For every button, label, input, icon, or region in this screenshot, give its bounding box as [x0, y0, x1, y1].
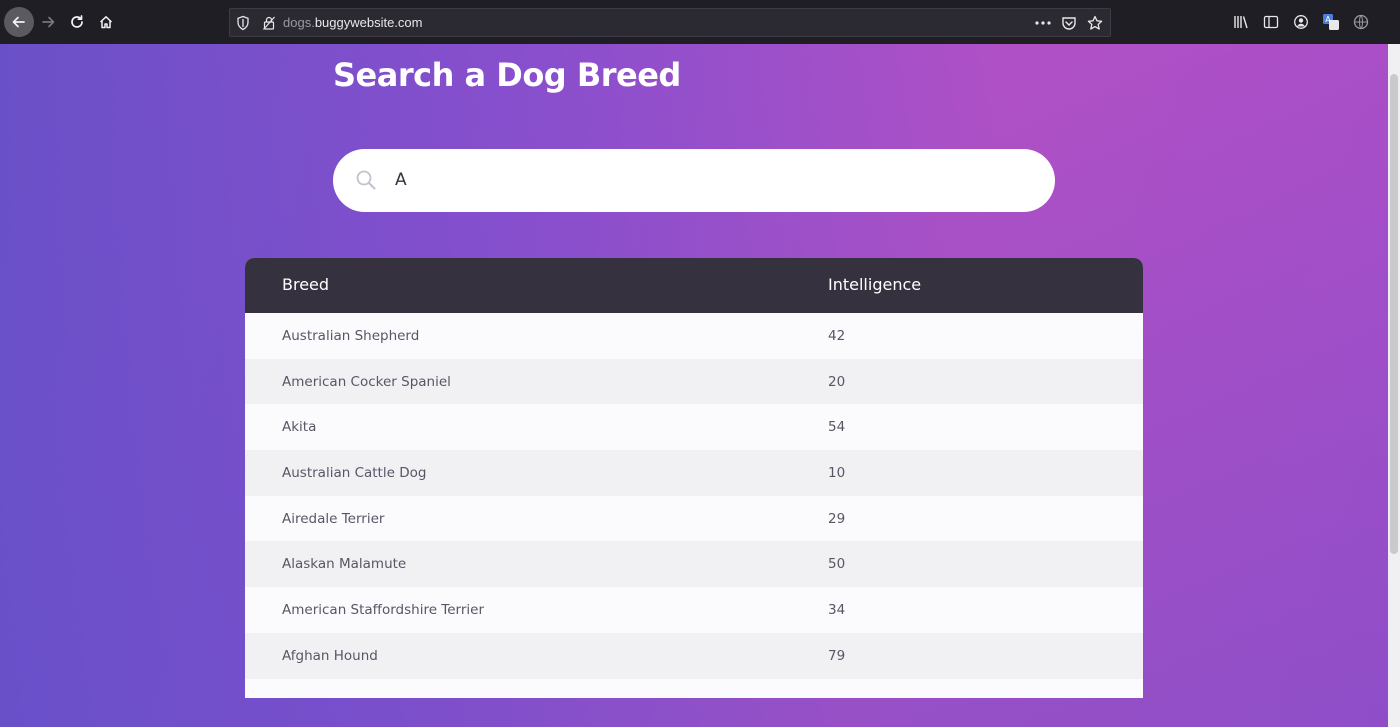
- account-icon[interactable]: [1292, 12, 1310, 32]
- tracking-shield-icon[interactable]: [236, 15, 250, 35]
- browser-toolbar: dogs.buggywebsite.com A: [0, 0, 1400, 44]
- home-icon: [99, 16, 113, 29]
- table-row[interactable]: American Cocker Spaniel 20: [245, 358, 1143, 405]
- intelligence-cell: 29: [828, 510, 846, 527]
- url-domain: buggywebsite.com: [314, 15, 423, 30]
- translate-extension-icon[interactable]: A: [1322, 12, 1340, 32]
- table-row[interactable]: Alaskan Malamute 50: [245, 541, 1143, 588]
- breed-cell: Australian Shepherd: [282, 328, 420, 344]
- breed-cell: Akita: [282, 419, 317, 436]
- forward-button[interactable]: [33, 7, 63, 37]
- intelligence-cell: 50: [828, 556, 846, 573]
- intelligence-cell: 20: [828, 373, 846, 390]
- intelligence-column-header[interactable]: Intelligence: [828, 275, 921, 294]
- intelligence-cell: 10: [828, 465, 846, 482]
- table-row[interactable]: Airedale Terrier 29: [245, 496, 1143, 542]
- breed-cell: American Staffordshire Terrier: [282, 602, 485, 619]
- table-row[interactable]: Akita 54: [245, 404, 1143, 450]
- address-bar[interactable]: dogs.buggywebsite.com: [229, 8, 1111, 37]
- table-row[interactable]: Australian Cattle Dog 10: [245, 450, 1143, 496]
- intelligence-cell: 79: [828, 647, 846, 664]
- breed-column-header[interactable]: Breed: [282, 275, 329, 294]
- reload-button[interactable]: [62, 7, 92, 37]
- bookmark-star-icon[interactable]: [1086, 13, 1104, 33]
- page-actions-menu-icon[interactable]: [1034, 13, 1052, 33]
- intelligence-cell: 34: [828, 602, 846, 619]
- page-title: Search a Dog Breed: [333, 56, 681, 94]
- page-scrollbar[interactable]: [1388, 44, 1400, 727]
- intelligence-cell: 54: [828, 419, 846, 436]
- pocket-icon[interactable]: [1060, 13, 1078, 33]
- globe-extension-icon[interactable]: [1352, 12, 1370, 32]
- table-row[interactable]: Afghan Hound 79: [245, 632, 1143, 679]
- url-text[interactable]: dogs.buggywebsite.com: [283, 15, 422, 30]
- reload-icon: [71, 15, 83, 28]
- breed-cell: Afghan Hound: [282, 647, 378, 664]
- forward-arrow-icon: [42, 16, 55, 28]
- scrollbar-thumb[interactable]: [1390, 74, 1398, 554]
- breed-cell: Airedale Terrier: [282, 510, 385, 527]
- table-row[interactable]: American Staffordshire Terrier 34: [245, 587, 1143, 633]
- url-subdomain: dogs.: [283, 15, 315, 30]
- search-input[interactable]: [395, 163, 1015, 197]
- back-button[interactable]: [4, 7, 34, 37]
- table-header: Breed Intelligence: [245, 258, 1143, 313]
- back-arrow-icon: [12, 16, 25, 28]
- intelligence-cell: 42: [828, 328, 846, 344]
- breeds-table: Breed Intelligence Australian Shepherd 4…: [245, 258, 1143, 698]
- sidebar-icon[interactable]: [1262, 12, 1280, 32]
- table-row[interactable]: Australian Shepherd 42: [245, 313, 1143, 359]
- breed-cell: American Cocker Spaniel: [282, 373, 451, 390]
- svg-text:A: A: [1325, 15, 1331, 24]
- insecure-lock-icon[interactable]: [262, 15, 276, 35]
- search-icon: [355, 169, 377, 195]
- home-button[interactable]: [91, 7, 121, 37]
- table-body: Australian Shepherd 42 American Cocker S…: [245, 313, 1143, 679]
- library-icon[interactable]: [1232, 12, 1250, 32]
- breed-cell: Alaskan Malamute: [282, 556, 407, 573]
- breed-cell: Australian Cattle Dog: [282, 465, 427, 482]
- search-box[interactable]: [333, 149, 1055, 212]
